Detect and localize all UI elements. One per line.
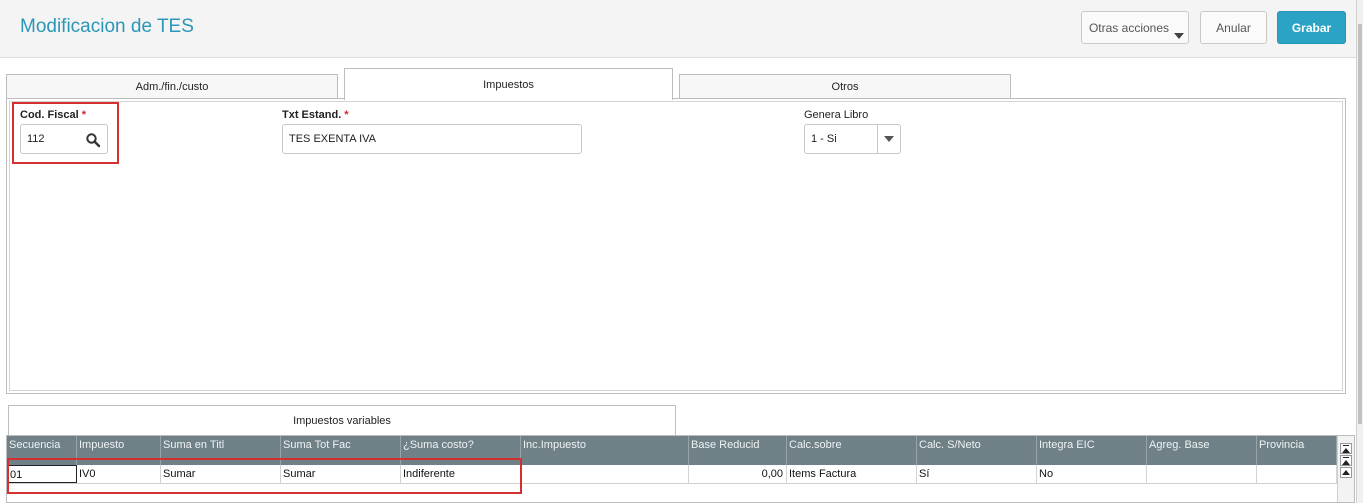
txt-estand-input[interactable]: TES EXENTA IVA — [282, 124, 582, 154]
txt-estand-value: TES EXENTA IVA — [289, 133, 377, 145]
panel-inner — [9, 101, 1343, 391]
cod-fiscal-highlight — [12, 102, 119, 164]
column-header-calc-s-neto[interactable]: Calc. S/Neto — [917, 436, 1037, 465]
page-scrollbar[interactable] — [1356, 0, 1363, 503]
genera-libro-label: Genera Libro — [804, 109, 869, 121]
page-scrollbar-thumb[interactable] — [1358, 24, 1362, 424]
other-actions-label: Otras acciones — [1088, 20, 1170, 35]
chevron-down-icon — [1174, 33, 1184, 39]
chevron-down-icon[interactable] — [877, 125, 900, 153]
scroll-up-icon[interactable] — [1340, 467, 1352, 478]
column-header-calc-sobre[interactable]: Calc.sobre — [787, 436, 917, 465]
cell-integra-eic[interactable]: No — [1037, 465, 1147, 483]
tab-otros[interactable]: Otros — [679, 74, 1011, 98]
grid-scrollbar[interactable] — [1337, 436, 1354, 502]
cell-inc-impuesto[interactable] — [521, 465, 689, 483]
page-header: Modificacion de TES Otras acciones Anula… — [0, 0, 1356, 58]
grid-row-highlight — [7, 458, 522, 494]
other-actions-button[interactable]: Otras acciones — [1081, 11, 1189, 44]
cell-provincia[interactable] — [1257, 465, 1337, 483]
genera-libro-select[interactable]: 1 - Si — [804, 124, 901, 154]
cell-calc-s-neto[interactable]: Sí — [917, 465, 1037, 483]
scroll-page-up-icon[interactable] — [1340, 455, 1352, 466]
column-header-inc-impuesto[interactable]: Inc.Impuesto — [521, 436, 689, 465]
page-title: Modificacion de TES — [20, 16, 194, 37]
column-header-agreg-base[interactable]: Agreg. Base — [1147, 436, 1257, 465]
required-marker: * — [344, 109, 349, 121]
column-header-base-reducid[interactable]: Base Reducid — [689, 436, 787, 465]
tab-impuestos[interactable]: Impuestos — [344, 68, 673, 100]
cell-calc-sobre[interactable]: Items Factura — [787, 465, 917, 483]
save-button[interactable]: Grabar — [1277, 11, 1346, 44]
impuestos-panel: Cod. Fiscal * 112 Txt Estand. * TES EXENTA… — [6, 98, 1346, 394]
tab-adm-fin-custo[interactable]: Adm./fin./custo — [6, 74, 338, 98]
cell-base-reducid[interactable]: 0,00 — [689, 465, 787, 483]
txt-estand-label-text: Txt Estand. — [282, 109, 342, 121]
column-header-integra-eic[interactable]: Integra EIC — [1037, 436, 1147, 465]
scroll-top-icon[interactable] — [1340, 443, 1352, 454]
cell-agreg-base[interactable] — [1147, 465, 1257, 483]
column-header-provincia[interactable]: Provincia — [1257, 436, 1337, 465]
genera-libro-value: 1 - Si — [811, 133, 837, 145]
txt-estand-label: Txt Estand. * — [282, 109, 349, 121]
tab-impuestos-variables[interactable]: Impuestos variables — [8, 405, 676, 436]
cancel-button[interactable]: Anular — [1200, 11, 1267, 44]
